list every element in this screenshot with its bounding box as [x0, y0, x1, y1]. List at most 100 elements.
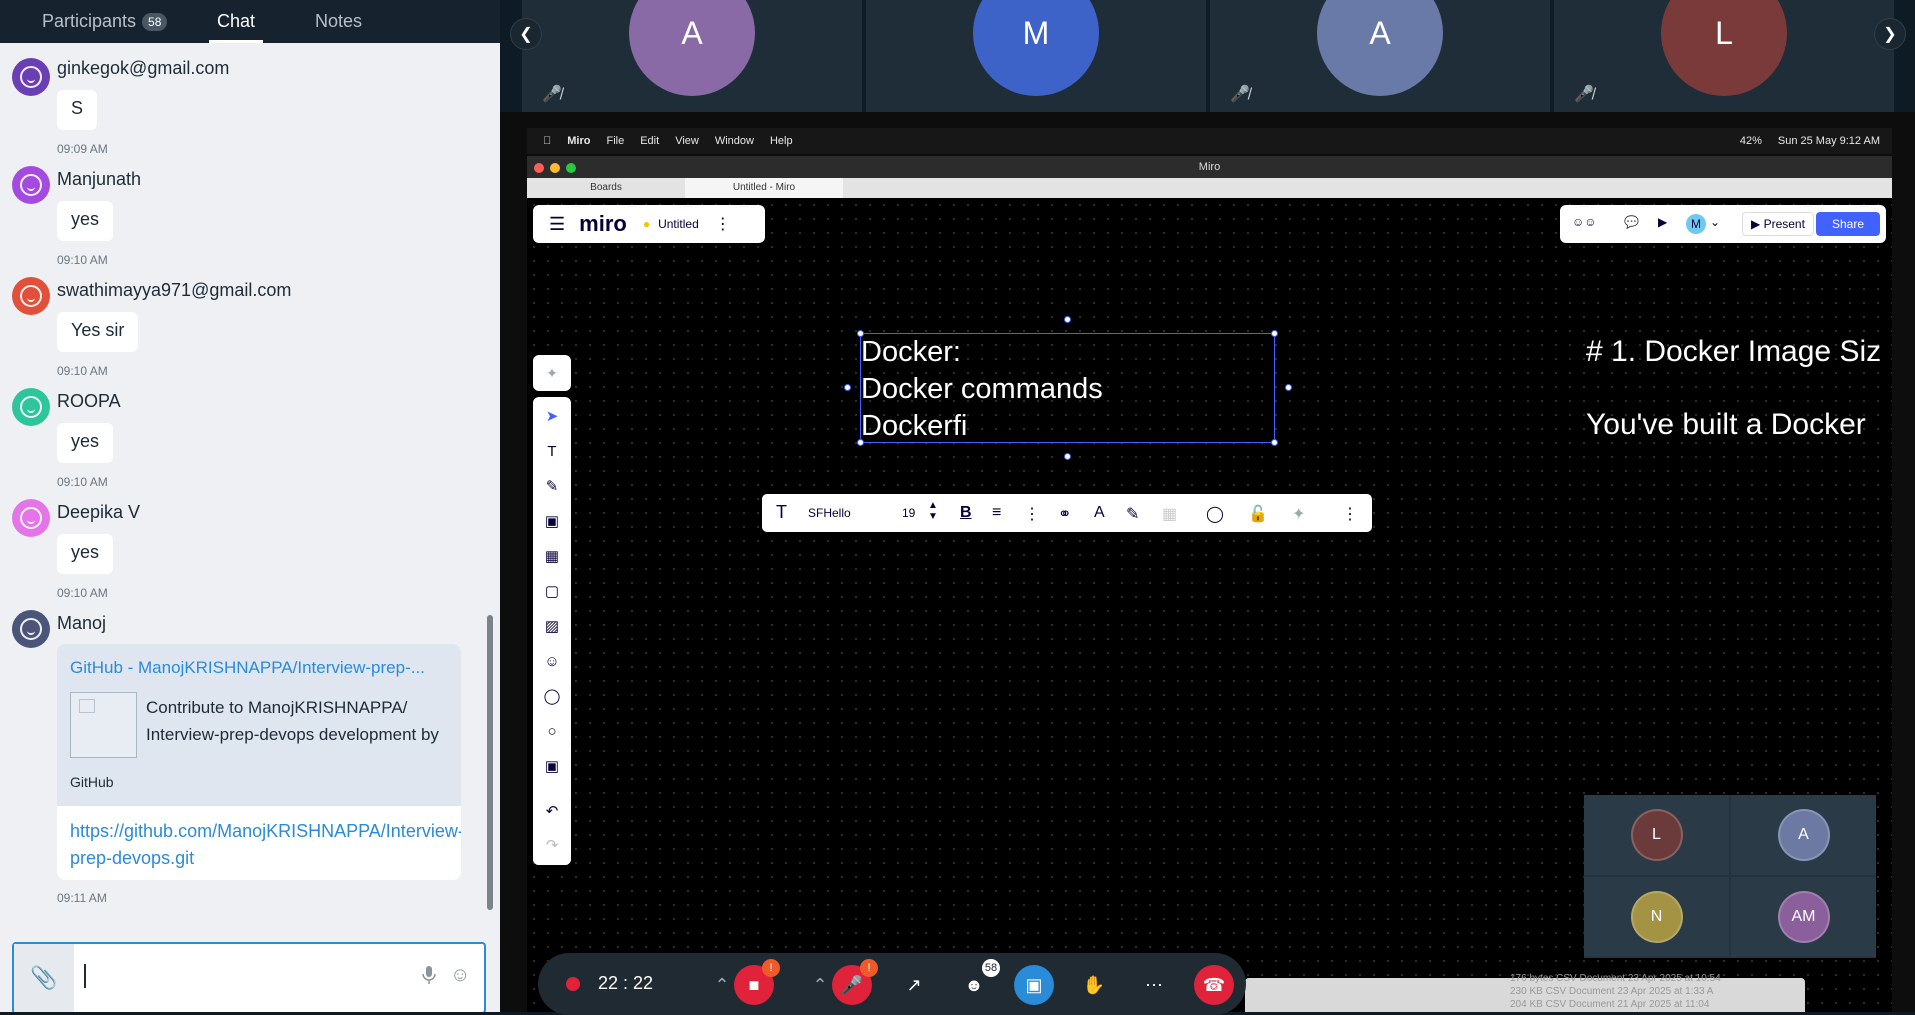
message-bubble: Yes sir	[57, 312, 139, 352]
finder-row: 176 bytes CSV Document 23 Apr 2025 at 10…	[1510, 973, 1721, 984]
text-type-icon: T	[776, 502, 787, 522]
highlight-icon: ✎	[1126, 506, 1140, 523]
browser-tabs: Boards Untitled - Miro	[527, 178, 1892, 198]
video-tile[interactable]: A 🎤̸	[522, 0, 862, 112]
tab-participants[interactable]: Participants 58	[42, 0, 168, 43]
video-tile[interactable]: M	[866, 0, 1206, 112]
battery-percent: 42%	[1739, 135, 1762, 147]
resize-handle	[1285, 384, 1292, 391]
apple-icon: 	[543, 135, 551, 147]
mini-video-tile: L	[1584, 795, 1729, 875]
microphone-icon[interactable]	[422, 966, 436, 989]
message-time: 09:10 AM	[57, 253, 108, 267]
video-strip: A 🎤̸ M A 🎤̸ L 🎤̸ ❮ ❯	[500, 0, 1915, 112]
next-page-button[interactable]: ❯	[1874, 18, 1906, 50]
participants-button[interactable]: ☻ 58	[954, 959, 1000, 1005]
ai-sparkle-icon: ✦	[1292, 506, 1306, 523]
participant-avatar: L	[1630, 809, 1683, 861]
more-options-icon: ⋮	[1342, 506, 1358, 523]
leave-call-button[interactable]: ☎	[1194, 965, 1234, 1005]
resize-handle	[1271, 330, 1278, 337]
message-time: 09:11 AM	[57, 891, 107, 905]
video-tile[interactable]: L 🎤̸	[1554, 0, 1894, 112]
recording-icon	[566, 977, 580, 991]
frame-tool-icon: ▣	[544, 513, 560, 530]
avatar	[12, 610, 50, 648]
menu-file: File	[598, 135, 624, 147]
raise-hand-button[interactable]: ✋	[1074, 965, 1114, 1005]
miro-logo: miro	[579, 211, 627, 236]
message-sender: swathimayya971@gmail.com	[57, 280, 292, 300]
tab-chat[interactable]: Chat	[208, 0, 264, 43]
window-title: Miro	[527, 156, 1892, 178]
resize-handle	[1064, 453, 1071, 460]
chevron-up-icon: ⌃	[714, 974, 730, 995]
finder-file-rows: 176 bytes CSV Document 23 Apr 2025 at 10…	[1510, 972, 1810, 1012]
bold-icon: B	[960, 504, 972, 521]
present-button: ▶ Present	[1742, 212, 1814, 236]
raise-hand-icon: ✋	[1082, 974, 1106, 995]
tab-boards: Boards	[590, 182, 622, 193]
mini-video-tile: A	[1731, 795, 1876, 875]
meeting-controls: 22 : 22 ⌃ ■ ! ⌃ 🎤 ! ↗ ☻ 58 ▣ ✋ ⋯ ☎	[538, 953, 1246, 1015]
chat-panel: Participants 58 Chat Notes ginkegok@gmai…	[0, 0, 500, 1012]
emoji-tool-icon: ☺	[544, 652, 560, 670]
link-preview-card[interactable]: GitHub - ManojKRISHNAPPA/Interview-prep-…	[57, 644, 461, 880]
user-face-icon	[20, 507, 42, 529]
participant-avatar: A	[1777, 809, 1830, 861]
more-button[interactable]: ⋯	[1134, 965, 1174, 1005]
align-left-icon: ≡	[992, 504, 1002, 521]
menu-bar-clock: Sun 25 May 9:12 AM	[1777, 135, 1880, 147]
link-preview-title[interactable]: GitHub - ManojKRISHNAPPA/Interview-prep-…	[70, 658, 425, 678]
font-name: SFHello	[808, 506, 851, 520]
participant-avatar: A	[1317, 0, 1443, 96]
user-face-icon	[20, 396, 42, 418]
board-text-content: Docker: Docker commands Dockerfi	[861, 336, 1103, 442]
link-icon: ⚭	[1058, 506, 1072, 523]
message-bubble: S	[57, 90, 98, 130]
finder-row: 204 KB CSV Document 21 Apr 2025 at 11:04	[1510, 999, 1710, 1010]
chat-button[interactable]: ▣	[1014, 965, 1054, 1005]
video-tile[interactable]: A 🎤̸	[1210, 0, 1550, 112]
user-face-icon	[20, 66, 42, 88]
message-time: 09:09 AM	[57, 142, 108, 156]
chevron-left-icon: ❮	[519, 26, 533, 43]
message-time: 09:10 AM	[57, 475, 108, 489]
emoji-icon[interactable]: ☺	[450, 964, 470, 987]
phone-hangup-icon: ☎	[1202, 974, 1226, 995]
prev-page-button[interactable]: ❮	[510, 18, 542, 50]
zoom-window-icon	[566, 163, 576, 173]
message-bubble: yes	[57, 534, 114, 574]
text-tool-icon: T	[547, 442, 557, 460]
apps-tool-icon: ○	[547, 722, 557, 740]
menu-view: View	[666, 135, 699, 147]
chevron-right-icon: ❯	[1883, 26, 1897, 43]
miro-top-bar: ☰ miro ● Untitled ⋮	[533, 205, 765, 243]
board-heading-text: # 1. Docker Image Siz	[1586, 335, 1882, 368]
participants-count: 58	[982, 959, 1000, 977]
link-url[interactable]: https://github.com/ManojKRISHNAPPA/Inter…	[70, 818, 461, 872]
mic-toggle-button[interactable]: 🎤 !	[832, 959, 878, 1005]
reactions-icon: ☺☺	[1572, 215, 1597, 229]
menu-window: Window	[706, 135, 754, 147]
tab-notes[interactable]: Notes	[315, 0, 362, 43]
chat-input[interactable]: 📎 ☺	[12, 942, 486, 1012]
paperclip-icon[interactable]: 📎	[14, 944, 74, 1012]
share-screen-button[interactable]: ↗	[894, 965, 934, 1005]
mac-menu-bar:  Miro File Edit View Window Help 42% Su…	[527, 128, 1892, 154]
message-time: 09:10 AM	[57, 586, 108, 600]
tab-participants-label: Participants	[42, 11, 137, 31]
chat-scrollbar[interactable]	[487, 615, 493, 910]
alert-badge: !	[860, 959, 878, 977]
avatar	[12, 277, 50, 315]
hamburger-icon: ☰	[549, 213, 566, 234]
more-options-icon: ⋮	[714, 216, 731, 233]
resize-handle	[1064, 316, 1071, 323]
camera-off-icon: ■	[748, 974, 760, 995]
avatar	[12, 499, 50, 537]
muted-mic-icon: 🎤̸	[1230, 86, 1250, 103]
share-label: Share	[1831, 217, 1865, 231]
user-face-icon	[20, 174, 42, 196]
message-sender: Manjunath	[57, 169, 142, 189]
camera-toggle-button[interactable]: ■ !	[734, 959, 780, 1005]
